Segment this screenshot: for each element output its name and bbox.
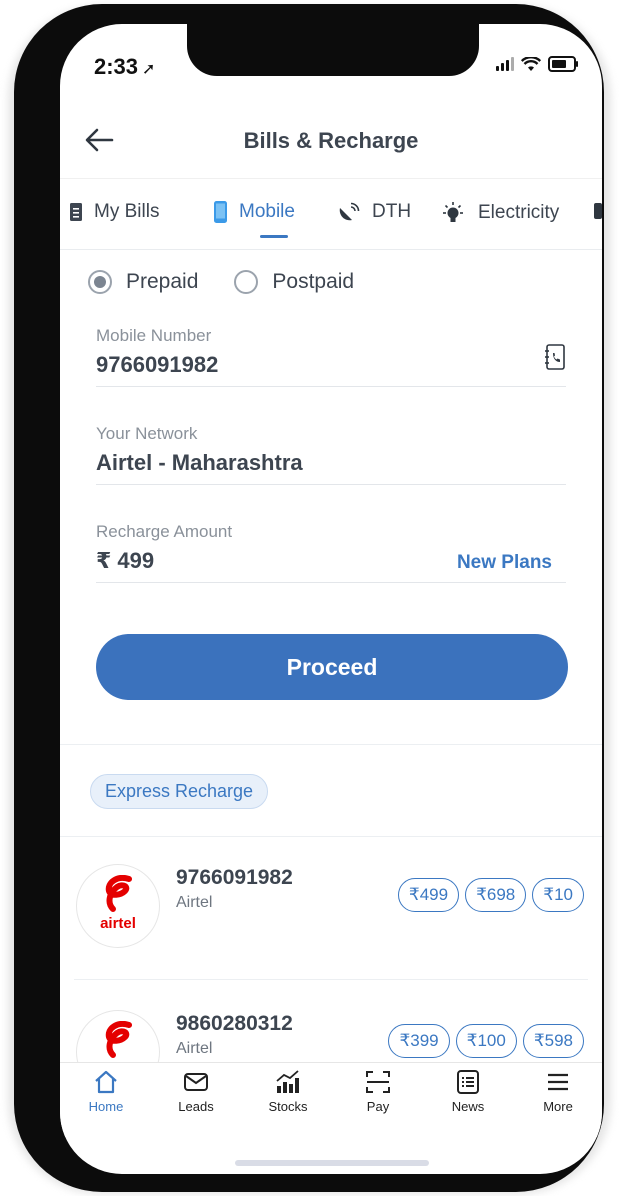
tab-dth[interactable]: DTH [338, 201, 411, 223]
menu-icon [548, 1073, 568, 1091]
home-indicator [235, 1160, 429, 1166]
signal-icon [496, 57, 514, 71]
express-item-number: 9766091982 [176, 866, 293, 889]
status-icons [496, 56, 578, 72]
airtel-logo-text: airtel [100, 915, 136, 932]
amount-chip[interactable]: ₹100 [455, 1024, 517, 1058]
partial-tab-icon [594, 203, 602, 219]
active-tab-indicator [260, 235, 288, 238]
mobile-number-value[interactable]: 9766091982 [96, 352, 566, 386]
battery-icon [548, 56, 578, 72]
express-item[interactable]: airtel 9766091982 Airtel ₹499 ₹698 ₹10 [60, 854, 602, 954]
amount-chip[interactable]: ₹10 [532, 878, 584, 912]
location-arrow-icon: ➚ [142, 61, 156, 78]
postpaid-option[interactable]: Postpaid [234, 270, 354, 294]
page-title: Bills & Recharge [243, 128, 419, 153]
bill-icon [70, 203, 82, 221]
section-divider [60, 744, 602, 745]
scan-icon [366, 1071, 390, 1093]
header: Bills & Recharge [60, 114, 602, 174]
network-field[interactable]: Your Network Airtel - Maharashtra [96, 424, 566, 485]
mail-icon [184, 1073, 208, 1091]
news-icon [457, 1070, 479, 1094]
tab-electricity[interactable]: Electricity [440, 201, 559, 225]
network-label: Your Network [96, 424, 198, 443]
contacts-book-icon[interactable] [544, 344, 566, 370]
bulb-icon [443, 202, 463, 222]
nav-leads[interactable]: Leads [156, 1069, 236, 1114]
express-recharge-chip[interactable]: Express Recharge [90, 774, 269, 809]
proceed-button[interactable]: Proceed [96, 634, 568, 700]
nav-home[interactable]: Home [66, 1069, 146, 1114]
satellite-dish-icon [339, 202, 360, 221]
section-divider [60, 836, 602, 837]
airtel-swirl-icon [105, 1021, 132, 1058]
plan-type-selector: Prepaid Postpaid [88, 270, 354, 294]
notch [187, 24, 479, 76]
recharge-amount-field[interactable]: Recharge Amount ₹ 499 New Plans [96, 522, 566, 583]
mobile-number-label: Mobile Number [96, 326, 212, 345]
postpaid-radio[interactable] [234, 270, 259, 294]
prepaid-option[interactable]: Prepaid [88, 270, 198, 294]
tab-mobile[interactable]: Mobile [214, 201, 295, 223]
network-value[interactable]: Airtel - Maharashtra [96, 450, 566, 484]
app-screen: 2:33 ➚ Bills & Recharge My Bills Mobile D… [60, 24, 602, 1174]
recharge-amount-label: Recharge Amount [96, 522, 233, 541]
express-item-number: 9860280312 [176, 1012, 293, 1035]
new-plans-link[interactable]: New Plans [457, 552, 552, 574]
nav-stocks[interactable]: Stocks [248, 1069, 328, 1114]
item-divider [74, 979, 588, 980]
nav-pay[interactable]: Pay [338, 1069, 418, 1114]
bottom-navigation: Home Leads Stocks Pay News More [60, 1062, 602, 1137]
wifi-icon [521, 56, 541, 71]
phone-frame: 2:33 ➚ Bills & Recharge My Bills Mobile D… [14, 4, 604, 1192]
category-tabs: My Bills Mobile DTH Electricity [60, 178, 602, 250]
express-item-network: Airtel [176, 1040, 213, 1057]
nav-more[interactable]: More [518, 1069, 598, 1114]
tab-my-bills[interactable]: My Bills [70, 201, 159, 223]
amount-chip[interactable]: ₹698 [465, 878, 527, 912]
amount-chip[interactable]: ₹499 [397, 878, 460, 912]
amount-chip[interactable]: ₹598 [522, 1024, 584, 1058]
tab-more-partial[interactable] [592, 201, 602, 221]
home-icon [95, 1070, 117, 1094]
quick-amounts: ₹499 ₹698 ₹10 [397, 878, 584, 912]
mobile-number-field[interactable]: Mobile Number 9766091982 [96, 326, 566, 387]
express-item-network: Airtel [176, 894, 213, 911]
amount-chip[interactable]: ₹399 [388, 1024, 450, 1058]
status-time: 2:33 ➚ [94, 54, 156, 79]
mobile-icon [214, 201, 227, 223]
stocks-chart-icon [276, 1070, 299, 1093]
airtel-logo: airtel [76, 864, 160, 948]
nav-news[interactable]: News [428, 1069, 508, 1114]
prepaid-radio[interactable] [88, 270, 112, 294]
quick-amounts: ₹399 ₹100 ₹598 [388, 1024, 584, 1058]
airtel-swirl-icon [105, 875, 132, 912]
